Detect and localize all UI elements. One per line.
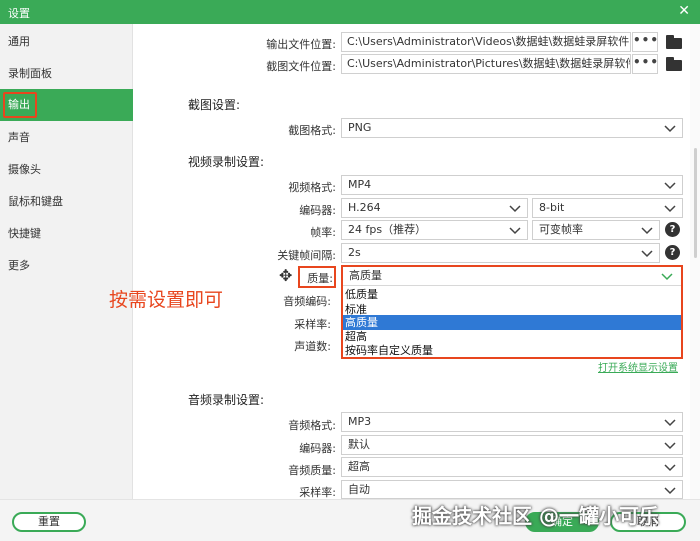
sidebar-item-label: 更多 [8,259,30,272]
select-value: 自动 [348,483,370,496]
select-value: 2s [348,246,361,259]
keyframe-help-icon[interactable]: ? [665,245,680,260]
audio-settings-title: 音频录制设置: [188,393,265,407]
annotation-text: 按需设置即可 [109,289,224,311]
chevron-down-icon [664,419,676,427]
bit-depth-select[interactable]: 8-bit [532,198,683,218]
video-format-label: 视频格式: [288,181,336,194]
keyframe-label: 关键帧间隔: [277,249,336,262]
chevron-down-icon [664,464,676,472]
audio-samplerate-select[interactable]: 自动 [341,480,683,499]
quality-option-low[interactable]: 低质量 [343,287,681,302]
open-output-folder-icon[interactable] [666,35,684,49]
quality-label: 质量: [307,272,333,285]
audio-encoder-label: 音频编码: [283,295,331,308]
audio-quality-label: 音频质量: [288,464,336,477]
video-encoder-label: 编码器: [299,204,336,217]
audio-format-select[interactable]: MP3 [341,412,683,432]
scrollbar[interactable] [690,24,700,499]
audio-encoder-select-label: 编码器: [299,442,336,455]
framerate-mode-select[interactable]: 可变帧率 [532,220,660,240]
framerate-label: 帧率: [310,226,336,239]
sidebar-item-label: 通用 [8,35,30,48]
sidebar-item-camera[interactable]: 摄像头 [0,154,133,186]
screenshot-folder-field[interactable]: C:\Users\Administrator\Pictures\数据蛙\数据蛙录… [341,54,631,74]
chevron-down-icon [664,182,676,190]
sidebar-item-sound[interactable]: 声音 [0,122,133,154]
chevron-down-icon [641,227,653,235]
select-value: 8-bit [539,201,565,214]
watermark: 掘金技术社区 @一罐小可乐 [412,504,659,528]
output-folder-field[interactable]: C:\Users\Administrator\Videos\数据蛙\数据蛙录屏软… [341,32,631,52]
quality-option-ultra[interactable]: 超高 [343,329,681,344]
chevron-down-icon [664,205,676,213]
screenshot-settings-title: 截图设置: [188,98,241,112]
sidebar-item-mouse-keyboard[interactable]: 鼠标和键盘 [0,186,133,218]
chevron-down-icon [664,442,676,450]
quality-select[interactable]: 高质量 [343,267,681,286]
sidebar: 通用 录制面板 输出 声音 摄像头 鼠标和键盘 快捷键 更多 [0,24,133,499]
highlight-box [3,92,37,118]
system-display-settings-link[interactable]: 打开系统显示设置 [598,359,678,374]
video-encoder-select[interactable]: H.264 [341,198,528,218]
channels-label: 声道数: [294,340,331,353]
select-value: 超高 [348,460,370,473]
keyframe-select[interactable]: 2s [341,243,660,263]
select-value: 24 fps（推荐） [348,223,427,236]
quality-dropdown[interactable]: 高质量 低质量 标准 高质量 超高 按码率自定义质量 [341,265,683,359]
select-value: 可变帧率 [539,223,583,236]
select-value: 高质量 [349,269,382,282]
chevron-down-icon [664,487,676,495]
reset-button[interactable]: 重置 [12,512,86,532]
screenshot-format-select[interactable]: PNG [341,118,683,138]
screenshot-format-label: 截图格式: [288,124,336,137]
quality-option-custom-bitrate[interactable]: 按码率自定义质量 [343,343,681,358]
sidebar-item-recording-panel[interactable]: 录制面板 [0,58,133,90]
window-title: 设置 [8,7,30,20]
sidebar-item-label: 录制面板 [8,67,52,80]
quality-option-high[interactable]: 高质量 [343,315,681,330]
chevron-down-icon [509,227,521,235]
video-settings-title: 视频录制设置: [188,155,265,169]
video-format-select[interactable]: MP4 [341,175,683,195]
chevron-down-icon [641,250,653,258]
select-value: 默认 [348,438,370,451]
select-value: H.264 [348,201,381,214]
sidebar-item-label: 声音 [8,131,30,144]
title-bar: 设置 ✕ [0,0,700,24]
browse-output-button[interactable]: ••• [632,32,658,52]
chevron-down-icon [664,125,676,133]
audio-quality-select[interactable]: 超高 [341,457,683,477]
framerate-help-icon[interactable]: ? [665,222,680,237]
select-value: MP3 [348,415,372,428]
output-folder-label: 输出文件位置: [266,38,336,51]
screenshot-folder-label: 截图文件位置: [266,60,336,73]
sidebar-item-hotkeys[interactable]: 快捷键 [0,218,133,250]
sidebar-item-more[interactable]: 更多 [0,250,133,282]
audio-encoder-select[interactable]: 默认 [341,435,683,455]
open-screenshot-folder-icon[interactable] [666,57,684,71]
audio-format-label: 音频格式: [288,419,336,432]
sidebar-item-label: 鼠标和键盘 [8,195,63,208]
scrollbar-thumb[interactable] [694,148,697,258]
select-value: PNG [348,121,372,134]
sidebar-item-general[interactable]: 通用 [0,26,133,58]
chevron-down-icon [509,205,521,213]
audio-samplerate-label: 采样率: [299,486,336,499]
select-value: MP4 [348,178,372,191]
samplerate-label: 采样率: [294,318,331,331]
sidebar-item-label: 快捷键 [8,227,41,240]
browse-screenshot-button[interactable]: ••• [632,54,658,74]
framerate-select[interactable]: 24 fps（推荐） [341,220,528,240]
chevron-down-icon [661,273,673,281]
sidebar-item-label: 摄像头 [8,163,41,176]
sidebar-item-output[interactable]: 输出 [0,89,133,121]
close-icon[interactable]: ✕ [678,3,690,19]
